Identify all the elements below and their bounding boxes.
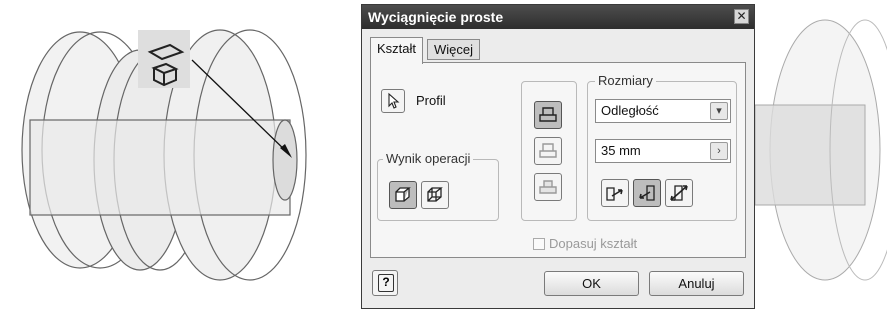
output-surface-button[interactable] <box>421 181 449 209</box>
shape-panel: Profil Wynik operacji Rozmiary Odległość… <box>370 62 746 258</box>
operation-output-label: Wynik operacji <box>383 151 474 166</box>
direction-two-button[interactable] <box>633 179 661 207</box>
tab-more[interactable]: Więcej <box>427 39 481 60</box>
cut-icon <box>539 143 557 158</box>
profile-label: Profil <box>416 93 446 108</box>
join-button[interactable] <box>534 101 562 129</box>
direction-one-icon <box>606 187 623 201</box>
viewport-left <box>21 29 307 281</box>
match-shape-checkbox[interactable] <box>533 238 545 250</box>
chevron-down-icon[interactable]: ▾ <box>710 102 728 120</box>
chevron-right-icon[interactable]: › <box>710 142 728 160</box>
close-icon: ✕ <box>736 9 747 23</box>
help-button[interactable]: ? <box>372 270 398 296</box>
dimensions-label: Rozmiary <box>595 73 656 88</box>
extrude-dialog: Wyciągnięcie proste ✕ Kształt Więcej Pro… <box>361 4 755 309</box>
distance-value: 35 mm <box>601 143 641 158</box>
help-icon: ? <box>378 274 394 292</box>
extent-type-value: Odległość <box>601 103 659 118</box>
cut-button[interactable] <box>534 137 562 165</box>
direction-two-icon <box>639 185 655 201</box>
extent-type-select[interactable]: Odległość ▾ <box>595 99 731 123</box>
tab-shape[interactable]: Kształt <box>370 37 424 64</box>
cancel-button[interactable]: Anuluj <box>649 271 744 296</box>
surface-cube-icon <box>427 187 443 202</box>
direction-one-button[interactable] <box>601 179 629 207</box>
shaft <box>755 104 866 206</box>
cursor-arrow-icon <box>388 92 400 109</box>
dialog-title: Wyciągnięcie proste <box>368 9 504 25</box>
join-icon <box>539 107 557 122</box>
symmetric-icon <box>670 185 688 201</box>
shaft-end <box>272 119 298 201</box>
output-solid-button[interactable] <box>389 181 417 209</box>
profile-button[interactable] <box>381 89 405 113</box>
distance-input[interactable]: 35 mm › <box>595 139 731 163</box>
ok-button[interactable]: OK <box>544 271 639 296</box>
match-shape-label: Dopasuj kształt <box>549 236 638 251</box>
symmetric-button[interactable] <box>665 179 693 207</box>
shaft <box>29 119 291 216</box>
intersect-button[interactable] <box>534 173 562 201</box>
dialog-titlebar[interactable]: Wyciągnięcie proste ✕ <box>362 5 754 29</box>
viewport-right <box>755 19 887 281</box>
intersect-icon <box>539 180 557 194</box>
solid-cube-icon <box>395 187 411 202</box>
close-button[interactable]: ✕ <box>734 9 749 24</box>
